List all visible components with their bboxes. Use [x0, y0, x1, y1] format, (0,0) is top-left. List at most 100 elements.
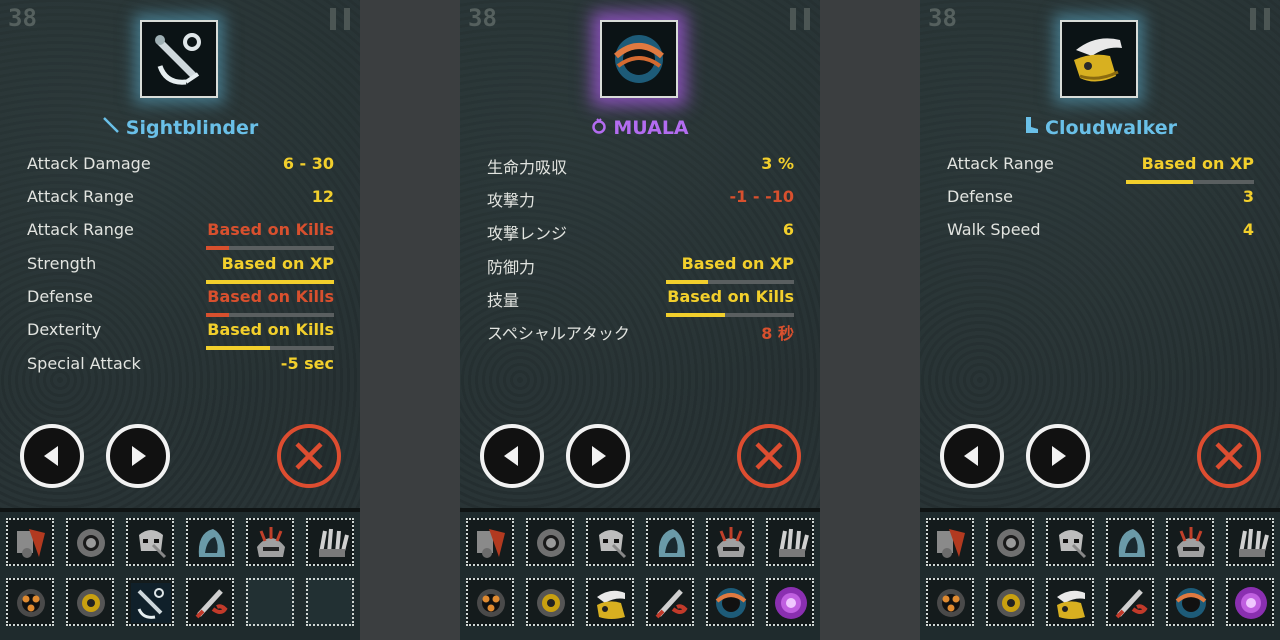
level-counter: 38 [468, 4, 497, 32]
close-button[interactable] [1197, 424, 1261, 488]
inventory-slot[interactable] [766, 518, 814, 566]
arrow-right-icon [592, 446, 606, 466]
stat-progress-bar [666, 313, 794, 317]
inventory-slot[interactable] [186, 578, 234, 626]
selected-item-frame [140, 20, 218, 98]
stat-value: Based on Kills [207, 287, 334, 306]
boot-icon [1023, 116, 1039, 139]
inventory-slot[interactable] [1106, 518, 1154, 566]
next-button[interactable] [566, 424, 630, 488]
stat-progress-fill [666, 280, 709, 284]
arrow-left-icon [44, 446, 58, 466]
stat-label: 防御力 [487, 258, 536, 277]
inventory-slot[interactable] [6, 578, 54, 626]
stat-label: Attack Range [27, 187, 134, 206]
close-icon [295, 442, 323, 470]
stat-label: 攻撃レンジ [487, 224, 568, 243]
inventory-slot[interactable] [526, 578, 574, 626]
item-detail-panel: 38 Sightblinder Attack Damage 6 - 30 Attack … [0, 0, 360, 640]
stat-label: Attack Damage [27, 154, 151, 173]
inventory-slot[interactable] [466, 578, 514, 626]
stat-label: Attack Range [27, 220, 134, 239]
inventory-slot[interactable] [246, 518, 294, 566]
stat-progress-bar [206, 246, 334, 250]
item-detail-panel: 38 MUALA 生命力吸収 3 % 攻撃力 -1 - -10 攻撃レンジ 6 防御力 Based… [460, 0, 820, 640]
selected-item-frame [1060, 20, 1138, 98]
item-name: Sightblinder [125, 117, 259, 139]
inventory-slot[interactable] [586, 578, 634, 626]
close-icon [755, 442, 783, 470]
stat-value: Based on XP [681, 254, 794, 273]
inventory-slot[interactable] [66, 578, 114, 626]
stat-progress-fill [206, 313, 230, 317]
inventory-slot[interactable] [1106, 578, 1154, 626]
inventory-slot[interactable] [66, 518, 114, 566]
inventory-slot[interactable] [986, 518, 1034, 566]
dagger-icon [102, 116, 120, 139]
stat-value: Based on XP [221, 254, 334, 273]
stat-progress-fill [206, 346, 270, 350]
stat-value: 12 [311, 187, 334, 206]
stat-value: Based on XP [1141, 154, 1254, 173]
inventory-slot[interactable] [926, 578, 974, 626]
inventory-slot[interactable] [706, 518, 754, 566]
stat-value: Based on Kills [667, 287, 794, 306]
inventory-slot[interactable] [1166, 518, 1214, 566]
close-button[interactable] [737, 424, 801, 488]
inventory-slot[interactable] [706, 578, 754, 626]
inventory-slot[interactable] [306, 518, 354, 566]
previous-button[interactable] [940, 424, 1004, 488]
stat-label: Dexterity [27, 320, 102, 339]
item-name: Cloudwalker [1045, 117, 1177, 139]
item-title: Cloudwalker [920, 116, 1280, 139]
inventory-slot-empty[interactable] [306, 578, 354, 626]
inventory-slot[interactable] [646, 518, 694, 566]
inventory-slot[interactable] [126, 578, 174, 626]
stat-label: 生命力吸収 [487, 158, 568, 177]
inventory-slot[interactable] [1166, 578, 1214, 626]
inventory-slot[interactable] [126, 518, 174, 566]
inventory-slot[interactable] [926, 518, 974, 566]
pause-icon[interactable] [1250, 8, 1270, 30]
previous-button[interactable] [480, 424, 544, 488]
stat-value: 4 [1242, 220, 1254, 239]
pause-icon[interactable] [790, 8, 810, 30]
arrow-left-icon [504, 446, 518, 466]
arrow-left-icon [964, 446, 978, 466]
stat-progress-bar [666, 280, 794, 284]
close-icon [1215, 442, 1243, 470]
stat-progress-fill [1126, 180, 1193, 184]
inventory-slot[interactable] [1046, 578, 1094, 626]
inventory-slot[interactable] [1046, 518, 1094, 566]
next-button[interactable] [106, 424, 170, 488]
close-button[interactable] [277, 424, 341, 488]
stat-label: Walk Speed [947, 220, 1041, 239]
arrow-right-icon [132, 446, 146, 466]
inventory-slot[interactable] [466, 518, 514, 566]
previous-button[interactable] [20, 424, 84, 488]
inventory-slot[interactable] [1226, 578, 1274, 626]
inventory-slot[interactable] [586, 518, 634, 566]
stat-progress-fill [206, 280, 334, 284]
inventory-slot[interactable] [1226, 518, 1274, 566]
inventory-grid [920, 512, 1280, 640]
stat-label: Defense [947, 187, 1013, 206]
stat-label: Strength [27, 254, 97, 273]
stat-value: 6 - 30 [282, 154, 334, 173]
inventory-slot-empty[interactable] [246, 578, 294, 626]
stat-label: スペシャルアタック [487, 324, 630, 343]
stat-label: Defense [27, 287, 93, 306]
stat-label: 技量 [487, 291, 520, 310]
inventory-slot[interactable] [6, 518, 54, 566]
inventory-slot[interactable] [646, 578, 694, 626]
stat-value: Based on Kills [207, 320, 334, 339]
stat-value: 6 [782, 220, 794, 239]
level-counter: 38 [8, 4, 37, 32]
pause-icon[interactable] [330, 8, 350, 30]
inventory-slot[interactable] [986, 578, 1034, 626]
stat-value: -5 sec [280, 354, 334, 373]
inventory-slot[interactable] [766, 578, 814, 626]
inventory-slot[interactable] [526, 518, 574, 566]
inventory-slot[interactable] [186, 518, 234, 566]
next-button[interactable] [1026, 424, 1090, 488]
